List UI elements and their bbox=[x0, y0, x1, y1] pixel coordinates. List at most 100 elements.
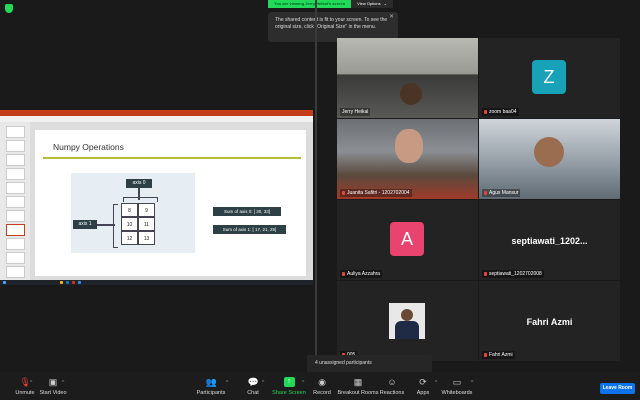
profile-picture bbox=[389, 303, 425, 339]
array-cell: 10 bbox=[121, 217, 138, 231]
axis0-brace bbox=[123, 197, 158, 202]
slide-thumbnails bbox=[0, 122, 30, 280]
slide-area: Numpy Operations axis 0 axis 1 8 9 10 11… bbox=[30, 122, 313, 280]
windows-start-icon bbox=[3, 281, 6, 284]
name-label: zoom baa04 bbox=[489, 109, 517, 115]
slide-thumbnail bbox=[6, 140, 25, 152]
muted-mic-icon bbox=[342, 272, 345, 276]
view-options-label: View Options bbox=[357, 1, 381, 6]
participant-name: zoom baa04 bbox=[482, 108, 519, 116]
share-banner: You are viewing Jerry Heikal's screen Vi… bbox=[268, 0, 393, 8]
array-cell: 12 bbox=[121, 231, 138, 245]
split-divider[interactable] bbox=[315, 0, 317, 370]
display-name: septiawati_1202... bbox=[511, 236, 588, 246]
slide-thumbnail bbox=[6, 252, 25, 264]
close-icon[interactable]: ✕ bbox=[389, 14, 394, 21]
muted-mic-icon bbox=[484, 353, 487, 357]
chat-icon: 💬 bbox=[247, 377, 259, 387]
video-tile-septiawati[interactable]: septiawati_1202... septiawati_1202702008 bbox=[479, 200, 620, 280]
slide-thumbnail bbox=[6, 126, 25, 138]
video-tile-juanita[interactable]: Juanita Safitri - 1202702004 bbox=[337, 119, 478, 199]
whiteboards-icon: ▭ bbox=[452, 377, 462, 387]
video-feed bbox=[337, 38, 478, 118]
view-options-button[interactable]: View Options ⌄ bbox=[351, 0, 393, 8]
name-label: Fahri Azmi bbox=[489, 352, 513, 358]
title-underline bbox=[43, 157, 301, 159]
person-silhouette bbox=[395, 129, 423, 163]
video-tile-sign-language[interactable]: 005 bbox=[337, 281, 478, 361]
reactions-icon: ☺ bbox=[387, 377, 397, 387]
video-tile-fahri-azmi[interactable]: Fahri Azmi Fahri Azmi bbox=[479, 281, 620, 361]
start-video-label: Start Video bbox=[39, 390, 67, 396]
video-tile-auliya[interactable]: A Auliya Azzahra bbox=[337, 200, 478, 280]
slide-thumbnail bbox=[6, 266, 25, 278]
viewing-label: You are viewing Jerry Heikal's screen bbox=[268, 0, 352, 8]
person-body bbox=[395, 321, 419, 339]
taskbar-app-icon bbox=[66, 281, 69, 284]
display-name: Fahri Azmi bbox=[526, 317, 573, 327]
shared-screen[interactable]: Numpy Operations axis 0 axis 1 8 9 10 11… bbox=[0, 110, 313, 285]
chat-label: Chat bbox=[247, 390, 259, 396]
name-label: Agus Mansur bbox=[489, 190, 519, 196]
chevron-down-icon: ⌄ bbox=[383, 1, 387, 6]
axis0-label: axis 0 bbox=[126, 179, 152, 188]
share-screen-icon: ↑ bbox=[283, 377, 295, 387]
whiteboards-options-caret[interactable]: ^ bbox=[471, 380, 473, 386]
array-cell: 8 bbox=[121, 203, 138, 217]
sum-axis0-label: Sum of axis 0: [ 30, 33] bbox=[213, 207, 281, 216]
video-tile-zoom-baa04[interactable]: Z zoom baa04 bbox=[479, 38, 620, 118]
breakout-rooms-icon: ▦ bbox=[353, 377, 363, 387]
avatar: Z bbox=[532, 60, 566, 94]
slide-thumbnail bbox=[6, 238, 25, 250]
name-label: Jerry Heikal bbox=[342, 109, 369, 115]
record-icon: ◉ bbox=[318, 377, 326, 387]
participant-name: Auliya Azzahra bbox=[340, 270, 383, 278]
slide-thumbnail-active bbox=[6, 224, 25, 236]
array-grid: 8 9 10 11 12 13 bbox=[121, 203, 157, 248]
muted-mic-icon bbox=[342, 191, 345, 195]
slide-title: Numpy Operations bbox=[53, 142, 124, 152]
person-silhouette bbox=[400, 83, 422, 105]
slide-thumbnail bbox=[6, 182, 25, 194]
participant-name: Agus Mansur bbox=[482, 189, 521, 197]
unassigned-participants-notice[interactable]: 4 unassigned participants bbox=[307, 355, 432, 372]
slide-thumbnail bbox=[6, 196, 25, 208]
video-tile-jerry-heikal[interactable]: Jerry Heikal bbox=[337, 38, 478, 118]
tooltip-text: The shared content is fit to your screen… bbox=[275, 17, 388, 30]
muted-mic-icon bbox=[484, 191, 487, 195]
slide: Numpy Operations axis 0 axis 1 8 9 10 11… bbox=[35, 130, 306, 276]
person-head bbox=[401, 309, 413, 321]
sum-axis1-label: Sum of axis 1: [ 17, 21, 25] bbox=[213, 225, 286, 234]
name-label: septiawati_1202702008 bbox=[489, 271, 542, 277]
windows-taskbar bbox=[0, 280, 313, 285]
avatar: A bbox=[390, 222, 424, 256]
video-options-caret[interactable]: ^ bbox=[62, 380, 64, 386]
whiteboards-label: Whiteboards bbox=[441, 390, 473, 396]
slide-thumbnail bbox=[6, 154, 25, 166]
name-label: Juanita Safitri - 1202702004 bbox=[347, 190, 410, 196]
person-silhouette bbox=[534, 137, 564, 167]
axis1-label: axis 1 bbox=[73, 220, 97, 229]
whiteboards-button[interactable]: ▭ Whiteboards bbox=[432, 377, 482, 396]
meeting-toolbar: 🎙 Unmute ^ ▣ Start Video ^ 👥 Participant… bbox=[0, 372, 640, 400]
participants-icon: 👥 bbox=[205, 377, 217, 387]
array-diagram: axis 0 axis 1 8 9 10 11 12 13 bbox=[71, 173, 195, 253]
leave-room-button[interactable]: Leave Room bbox=[600, 383, 635, 394]
muted-mic-icon bbox=[484, 110, 487, 114]
participant-name: Jerry Heikal bbox=[340, 108, 371, 116]
participant-name: Juanita Safitri - 1202702004 bbox=[340, 189, 412, 197]
taskbar-app-icon bbox=[72, 281, 75, 284]
axis1-brace bbox=[113, 204, 118, 248]
record-label: Record bbox=[313, 390, 331, 396]
slide-thumbnail bbox=[6, 210, 25, 222]
participant-name: Fahri Azmi bbox=[482, 351, 515, 359]
name-label: Auliya Azzahra bbox=[347, 271, 381, 277]
start-video-button[interactable]: ▣ Start Video bbox=[28, 377, 78, 396]
taskbar-app-icon bbox=[60, 281, 63, 284]
array-cell: 11 bbox=[138, 217, 155, 231]
apps-label: Apps bbox=[416, 390, 430, 396]
video-tile-agus-mansur[interactable]: Agus Mansur bbox=[479, 119, 620, 199]
participant-name: septiawati_1202702008 bbox=[482, 270, 544, 278]
participants-label: Participants bbox=[196, 390, 226, 396]
security-shield-icon[interactable] bbox=[5, 4, 13, 13]
